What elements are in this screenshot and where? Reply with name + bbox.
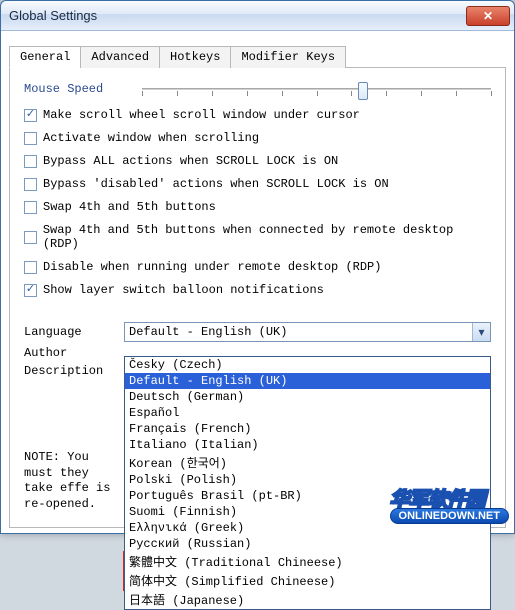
- close-button[interactable]: ✕: [466, 6, 510, 26]
- language-combo[interactable]: Default - English (UK) ▾: [124, 322, 491, 342]
- language-option-12[interactable]: 繁體中文 (Traditional Chineese): [125, 552, 490, 571]
- slider-track: [142, 88, 491, 90]
- tab-advanced[interactable]: Advanced: [80, 46, 160, 68]
- general-panel: Mouse Speed Make scroll wheel scroll win…: [9, 68, 506, 528]
- language-value: Default - English (UK): [129, 325, 287, 339]
- checkbox-row-4[interactable]: Swap 4th and 5th buttons: [24, 200, 491, 214]
- language-option-14[interactable]: 日本語 (Japanese): [125, 590, 490, 609]
- checkbox-row-6[interactable]: Disable when running under remote deskto…: [24, 260, 491, 274]
- checkbox-row-1[interactable]: Activate window when scrolling: [24, 131, 491, 145]
- author-label: Author: [24, 346, 124, 360]
- checkbox-5[interactable]: [24, 231, 37, 244]
- slider-thumb[interactable]: [358, 82, 368, 100]
- checkbox-6[interactable]: [24, 261, 37, 274]
- checkbox-label-7: Show layer switch balloon notifications: [43, 283, 324, 297]
- language-option-3[interactable]: Español: [125, 405, 490, 421]
- watermark-sub: ONLINEDOWN.NET: [390, 508, 509, 524]
- tab-hotkeys[interactable]: Hotkeys: [159, 46, 231, 68]
- checkbox-4[interactable]: [24, 201, 37, 214]
- window-title: Global Settings: [9, 8, 97, 23]
- chevron-down-icon[interactable]: ▾: [472, 323, 490, 341]
- language-option-1[interactable]: Default - English (UK): [125, 373, 490, 389]
- checkbox-label-1: Activate window when scrolling: [43, 131, 259, 145]
- mouse-speed-slider[interactable]: [142, 80, 491, 98]
- note-text: NOTE: You must they take effe is re-open…: [24, 450, 114, 512]
- language-option-4[interactable]: Français (French): [125, 421, 490, 437]
- checkbox-label-6: Disable when running under remote deskto…: [43, 260, 381, 274]
- close-icon: ✕: [483, 9, 493, 23]
- language-option-13[interactable]: 简体中文 (Simplified Chineese): [125, 571, 490, 590]
- language-option-0[interactable]: Česky (Czech): [125, 357, 490, 373]
- checkbox-2[interactable]: [24, 155, 37, 168]
- checkbox-label-5: Swap 4th and 5th buttons when connected …: [43, 223, 491, 251]
- titlebar[interactable]: Global Settings ✕: [1, 1, 514, 31]
- checkbox-label-2: Bypass ALL actions when SCROLL LOCK is O…: [43, 154, 338, 168]
- checkbox-row-7[interactable]: Show layer switch balloon notifications: [24, 283, 491, 297]
- checkbox-label-4: Swap 4th and 5th buttons: [43, 200, 216, 214]
- checkbox-row-0[interactable]: Make scroll wheel scroll window under cu…: [24, 108, 491, 122]
- description-label: Description: [24, 364, 124, 378]
- checkbox-3[interactable]: [24, 178, 37, 191]
- language-option-6[interactable]: Korean (한국어): [125, 453, 490, 472]
- checkbox-row-5[interactable]: Swap 4th and 5th buttons when connected …: [24, 223, 491, 251]
- language-option-11[interactable]: Русский (Russian): [125, 536, 490, 552]
- client-area: General Advanced Hotkeys Modifier Keys M…: [1, 31, 514, 533]
- tabstrip: General Advanced Hotkeys Modifier Keys: [9, 45, 506, 68]
- checkbox-1[interactable]: [24, 132, 37, 145]
- language-label: Language: [24, 325, 124, 339]
- settings-window: Global Settings ✕ General Advanced Hotke…: [0, 0, 515, 534]
- checkbox-label-3: Bypass 'disabled' actions when SCROLL LO…: [43, 177, 389, 191]
- tab-modifier-keys[interactable]: Modifier Keys: [230, 46, 346, 68]
- checkbox-row-3[interactable]: Bypass 'disabled' actions when SCROLL LO…: [24, 177, 491, 191]
- mouse-speed-label: Mouse Speed: [24, 82, 134, 96]
- language-option-2[interactable]: Deutsch (German): [125, 389, 490, 405]
- checkbox-row-2[interactable]: Bypass ALL actions when SCROLL LOCK is O…: [24, 154, 491, 168]
- watermark: 华军软件园 ONLINEDOWN.NET: [390, 483, 509, 528]
- checkbox-label-0: Make scroll wheel scroll window under cu…: [43, 108, 360, 122]
- checkbox-7[interactable]: [24, 284, 37, 297]
- checkbox-0[interactable]: [24, 109, 37, 122]
- language-option-5[interactable]: Italiano (Italian): [125, 437, 490, 453]
- tab-general[interactable]: General: [9, 46, 81, 68]
